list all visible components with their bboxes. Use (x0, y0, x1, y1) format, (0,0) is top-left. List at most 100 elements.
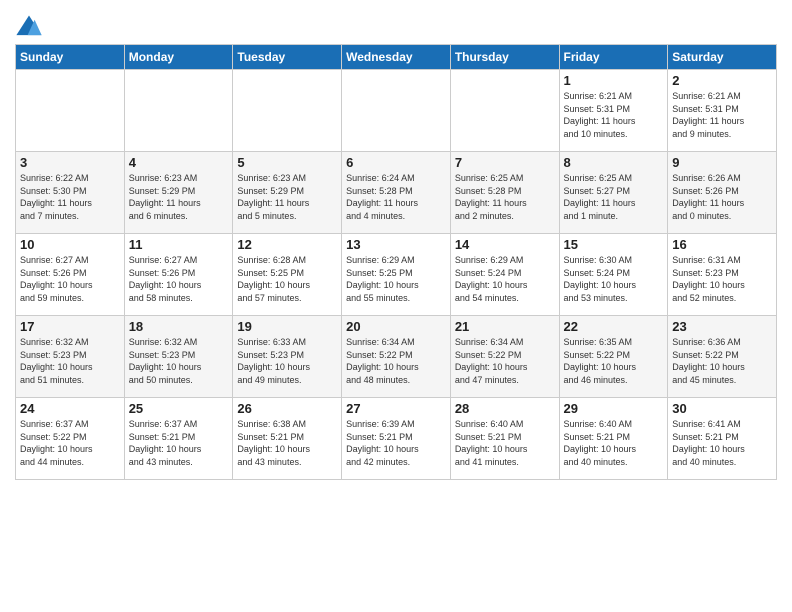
day-info: Sunrise: 6:26 AM Sunset: 5:26 PM Dayligh… (672, 172, 772, 222)
calendar-day-cell: 3 Sunrise: 6:22 AM Sunset: 5:30 PM Daylig… (16, 152, 125, 234)
calendar-day-cell: 25 Sunrise: 6:37 AM Sunset: 5:21 PM Dayli… (124, 398, 233, 480)
empty-cell (342, 70, 451, 152)
empty-cell (450, 70, 559, 152)
day-number: 16 (672, 237, 772, 252)
logo (15, 14, 47, 38)
day-info: Sunrise: 6:24 AM Sunset: 5:28 PM Dayligh… (346, 172, 446, 222)
calendar-day-cell: 30 Sunrise: 6:41 AM Sunset: 5:21 PM Dayli… (668, 398, 777, 480)
day-info: Sunrise: 6:29 AM Sunset: 5:24 PM Dayligh… (455, 254, 555, 304)
weekday-header-wednesday: Wednesday (342, 45, 451, 70)
day-info: Sunrise: 6:23 AM Sunset: 5:29 PM Dayligh… (129, 172, 229, 222)
calendar-day-cell: 1 Sunrise: 6:21 AM Sunset: 5:31 PM Daylig… (559, 70, 668, 152)
day-info: Sunrise: 6:25 AM Sunset: 5:28 PM Dayligh… (455, 172, 555, 222)
weekday-header-row: SundayMondayTuesdayWednesdayThursdayFrid… (16, 45, 777, 70)
day-info: Sunrise: 6:33 AM Sunset: 5:23 PM Dayligh… (237, 336, 337, 386)
day-info: Sunrise: 6:35 AM Sunset: 5:22 PM Dayligh… (564, 336, 664, 386)
day-info: Sunrise: 6:34 AM Sunset: 5:22 PM Dayligh… (455, 336, 555, 386)
calendar-day-cell: 23 Sunrise: 6:36 AM Sunset: 5:22 PM Dayli… (668, 316, 777, 398)
day-info: Sunrise: 6:23 AM Sunset: 5:29 PM Dayligh… (237, 172, 337, 222)
day-info: Sunrise: 6:32 AM Sunset: 5:23 PM Dayligh… (129, 336, 229, 386)
page: SundayMondayTuesdayWednesdayThursdayFrid… (0, 0, 792, 490)
calendar-day-cell: 14Sunrise: 6:29 AM Sunset: 5:24 PM Dayli… (450, 234, 559, 316)
calendar-day-cell: 11 Sunrise: 6:27 AM Sunset: 5:26 PM Dayli… (124, 234, 233, 316)
day-number: 21 (455, 319, 555, 334)
weekday-header-saturday: Saturday (668, 45, 777, 70)
day-number: 18 (129, 319, 229, 334)
empty-cell (124, 70, 233, 152)
weekday-header-tuesday: Tuesday (233, 45, 342, 70)
day-info: Sunrise: 6:30 AM Sunset: 5:24 PM Dayligh… (564, 254, 664, 304)
empty-cell (233, 70, 342, 152)
day-number: 29 (564, 401, 664, 416)
day-number: 8 (564, 155, 664, 170)
calendar-day-cell: 24Sunrise: 6:37 AM Sunset: 5:22 PM Dayli… (16, 398, 125, 480)
calendar-day-cell: 29 Sunrise: 6:40 AM Sunset: 5:21 PM Dayli… (559, 398, 668, 480)
calendar-table: SundayMondayTuesdayWednesdayThursdayFrid… (15, 44, 777, 480)
day-number: 5 (237, 155, 337, 170)
day-number: 6 (346, 155, 446, 170)
calendar-day-cell: 9 Sunrise: 6:26 AM Sunset: 5:26 PM Daylig… (668, 152, 777, 234)
calendar-day-cell: 13 Sunrise: 6:29 AM Sunset: 5:25 PM Dayli… (342, 234, 451, 316)
day-number: 20 (346, 319, 446, 334)
day-number: 11 (129, 237, 229, 252)
day-number: 25 (129, 401, 229, 416)
day-number: 1 (564, 73, 664, 88)
calendar-day-cell: 5 Sunrise: 6:23 AM Sunset: 5:29 PM Daylig… (233, 152, 342, 234)
calendar-day-cell: 8 Sunrise: 6:25 AM Sunset: 5:27 PM Daylig… (559, 152, 668, 234)
calendar-day-cell: 18 Sunrise: 6:32 AM Sunset: 5:23 PM Dayli… (124, 316, 233, 398)
calendar-day-cell: 27 Sunrise: 6:39 AM Sunset: 5:21 PM Dayli… (342, 398, 451, 480)
weekday-header-monday: Monday (124, 45, 233, 70)
day-number: 17 (20, 319, 120, 334)
empty-cell (16, 70, 125, 152)
logo-icon (15, 14, 43, 38)
day-info: Sunrise: 6:40 AM Sunset: 5:21 PM Dayligh… (564, 418, 664, 468)
calendar-week-row: 17 Sunrise: 6:32 AM Sunset: 5:23 PM Dayli… (16, 316, 777, 398)
day-number: 19 (237, 319, 337, 334)
day-info: Sunrise: 6:28 AM Sunset: 5:25 PM Dayligh… (237, 254, 337, 304)
day-number: 7 (455, 155, 555, 170)
day-info: Sunrise: 6:38 AM Sunset: 5:21 PM Dayligh… (237, 418, 337, 468)
calendar-day-cell: 26 Sunrise: 6:38 AM Sunset: 5:21 PM Dayli… (233, 398, 342, 480)
calendar-day-cell: 10 Sunrise: 6:27 AM Sunset: 5:26 PM Dayli… (16, 234, 125, 316)
day-number: 30 (672, 401, 772, 416)
calendar-day-cell: 22 Sunrise: 6:35 AM Sunset: 5:22 PM Dayli… (559, 316, 668, 398)
day-number: 22 (564, 319, 664, 334)
day-number: 26 (237, 401, 337, 416)
day-info: Sunrise: 6:29 AM Sunset: 5:25 PM Dayligh… (346, 254, 446, 304)
weekday-header-thursday: Thursday (450, 45, 559, 70)
day-info: Sunrise: 6:22 AM Sunset: 5:30 PM Dayligh… (20, 172, 120, 222)
calendar-week-row: 3 Sunrise: 6:22 AM Sunset: 5:30 PM Daylig… (16, 152, 777, 234)
day-number: 13 (346, 237, 446, 252)
day-number: 9 (672, 155, 772, 170)
day-info: Sunrise: 6:41 AM Sunset: 5:21 PM Dayligh… (672, 418, 772, 468)
calendar-day-cell: 21 Sunrise: 6:34 AM Sunset: 5:22 PM Dayli… (450, 316, 559, 398)
calendar-day-cell: 19 Sunrise: 6:33 AM Sunset: 5:23 PM Dayli… (233, 316, 342, 398)
day-info: Sunrise: 6:36 AM Sunset: 5:22 PM Dayligh… (672, 336, 772, 386)
day-info: Sunrise: 6:21 AM Sunset: 5:31 PM Dayligh… (564, 90, 664, 140)
calendar-day-cell: 7 Sunrise: 6:25 AM Sunset: 5:28 PM Daylig… (450, 152, 559, 234)
day-info: Sunrise: 6:27 AM Sunset: 5:26 PM Dayligh… (20, 254, 120, 304)
day-info: Sunrise: 6:27 AM Sunset: 5:26 PM Dayligh… (129, 254, 229, 304)
day-info: Sunrise: 6:34 AM Sunset: 5:22 PM Dayligh… (346, 336, 446, 386)
calendar-day-cell: 20 Sunrise: 6:34 AM Sunset: 5:22 PM Dayli… (342, 316, 451, 398)
day-number: 10 (20, 237, 120, 252)
day-info: Sunrise: 6:21 AM Sunset: 5:31 PM Dayligh… (672, 90, 772, 140)
day-info: Sunrise: 6:37 AM Sunset: 5:21 PM Dayligh… (129, 418, 229, 468)
day-number: 4 (129, 155, 229, 170)
calendar-day-cell: 28Sunrise: 6:40 AM Sunset: 5:21 PM Dayli… (450, 398, 559, 480)
day-number: 15 (564, 237, 664, 252)
day-number: 3 (20, 155, 120, 170)
day-info: Sunrise: 6:25 AM Sunset: 5:27 PM Dayligh… (564, 172, 664, 222)
calendar-week-row: 1 Sunrise: 6:21 AM Sunset: 5:31 PM Daylig… (16, 70, 777, 152)
weekday-header-sunday: Sunday (16, 45, 125, 70)
day-info: Sunrise: 6:31 AM Sunset: 5:23 PM Dayligh… (672, 254, 772, 304)
day-number: 23 (672, 319, 772, 334)
day-info: Sunrise: 6:32 AM Sunset: 5:23 PM Dayligh… (20, 336, 120, 386)
calendar-day-cell: 15 Sunrise: 6:30 AM Sunset: 5:24 PM Dayli… (559, 234, 668, 316)
calendar-day-cell: 12Sunrise: 6:28 AM Sunset: 5:25 PM Dayli… (233, 234, 342, 316)
day-number: 27 (346, 401, 446, 416)
day-info: Sunrise: 6:39 AM Sunset: 5:21 PM Dayligh… (346, 418, 446, 468)
calendar-day-cell: 16 Sunrise: 6:31 AM Sunset: 5:23 PM Dayli… (668, 234, 777, 316)
header (15, 10, 777, 38)
day-info: Sunrise: 6:37 AM Sunset: 5:22 PM Dayligh… (20, 418, 120, 468)
